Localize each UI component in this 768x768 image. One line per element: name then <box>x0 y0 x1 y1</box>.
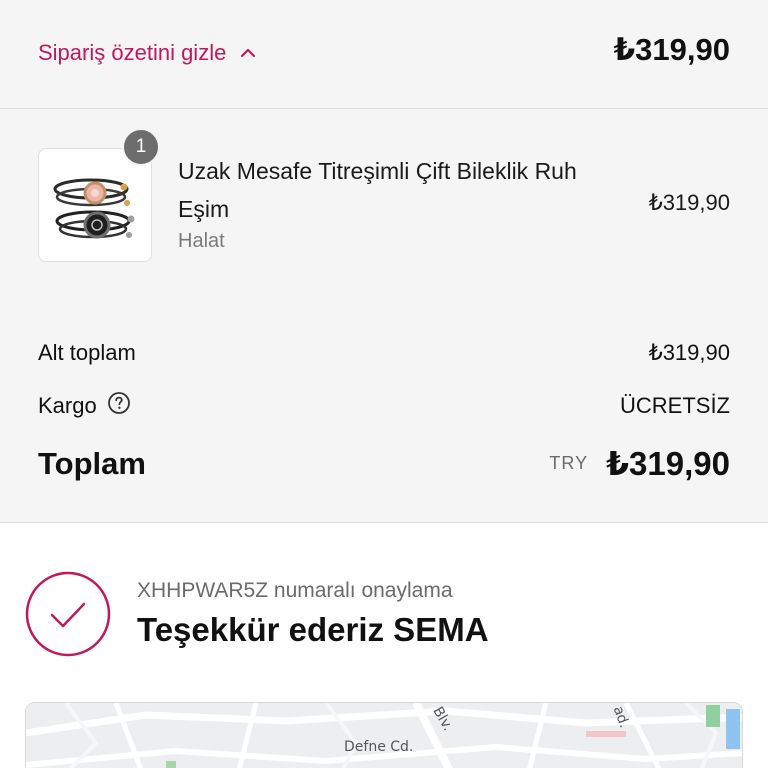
bracelet-pair-image <box>39 149 151 261</box>
quantity-badge: 1 <box>122 128 160 166</box>
chevron-up-icon <box>240 48 256 58</box>
subtotal-label: Alt toplam <box>38 340 136 365</box>
hide-summary-label: Sipariş özetini gizle <box>38 40 227 65</box>
summary-total-amount: ₺319,90 <box>613 32 730 67</box>
order-summary-panel: Sipariş özetini gizle ₺319,90 1 Uzak Mes… <box>0 0 768 523</box>
delivery-map[interactable]: Defne Cd. Blv. ad. <box>25 702 743 768</box>
map-street-label: Defne Cd. <box>344 739 414 755</box>
help-circle-icon[interactable] <box>107 391 131 421</box>
total-row: Toplam TRY ₺319,90 <box>38 444 730 483</box>
product-variant: Halat <box>178 230 225 252</box>
subtotal-value: ₺319,90 <box>648 340 730 365</box>
total-label: Toplam <box>38 445 146 481</box>
shipping-value: ÜCRETSİZ <box>620 393 730 418</box>
shipping-row: Kargo ÜCRETSİZ <box>38 391 730 421</box>
product-title: Uzak Mesafe Titreşimli Çift Bileklik Ruh… <box>178 158 577 222</box>
summary-toggle-row[interactable]: Sipariş özetini gizle ₺319,90 <box>0 0 768 109</box>
shipping-label: Kargo <box>38 393 97 418</box>
confirmation-number: XHHPWAR5Z numaralı onaylama <box>137 579 453 602</box>
product-price: ₺319,90 <box>648 190 730 215</box>
hide-summary-button[interactable]: Sipariş özetini gizle <box>38 36 256 70</box>
currency-code: TRY <box>549 453 589 473</box>
thank-you-heading: Teşekkür ederiz SEMA <box>137 611 489 648</box>
checkmark-circle-icon <box>25 571 111 662</box>
subtotal-row: Alt toplam ₺319,90 <box>38 340 730 366</box>
total-value: ₺319,90 <box>606 445 730 482</box>
